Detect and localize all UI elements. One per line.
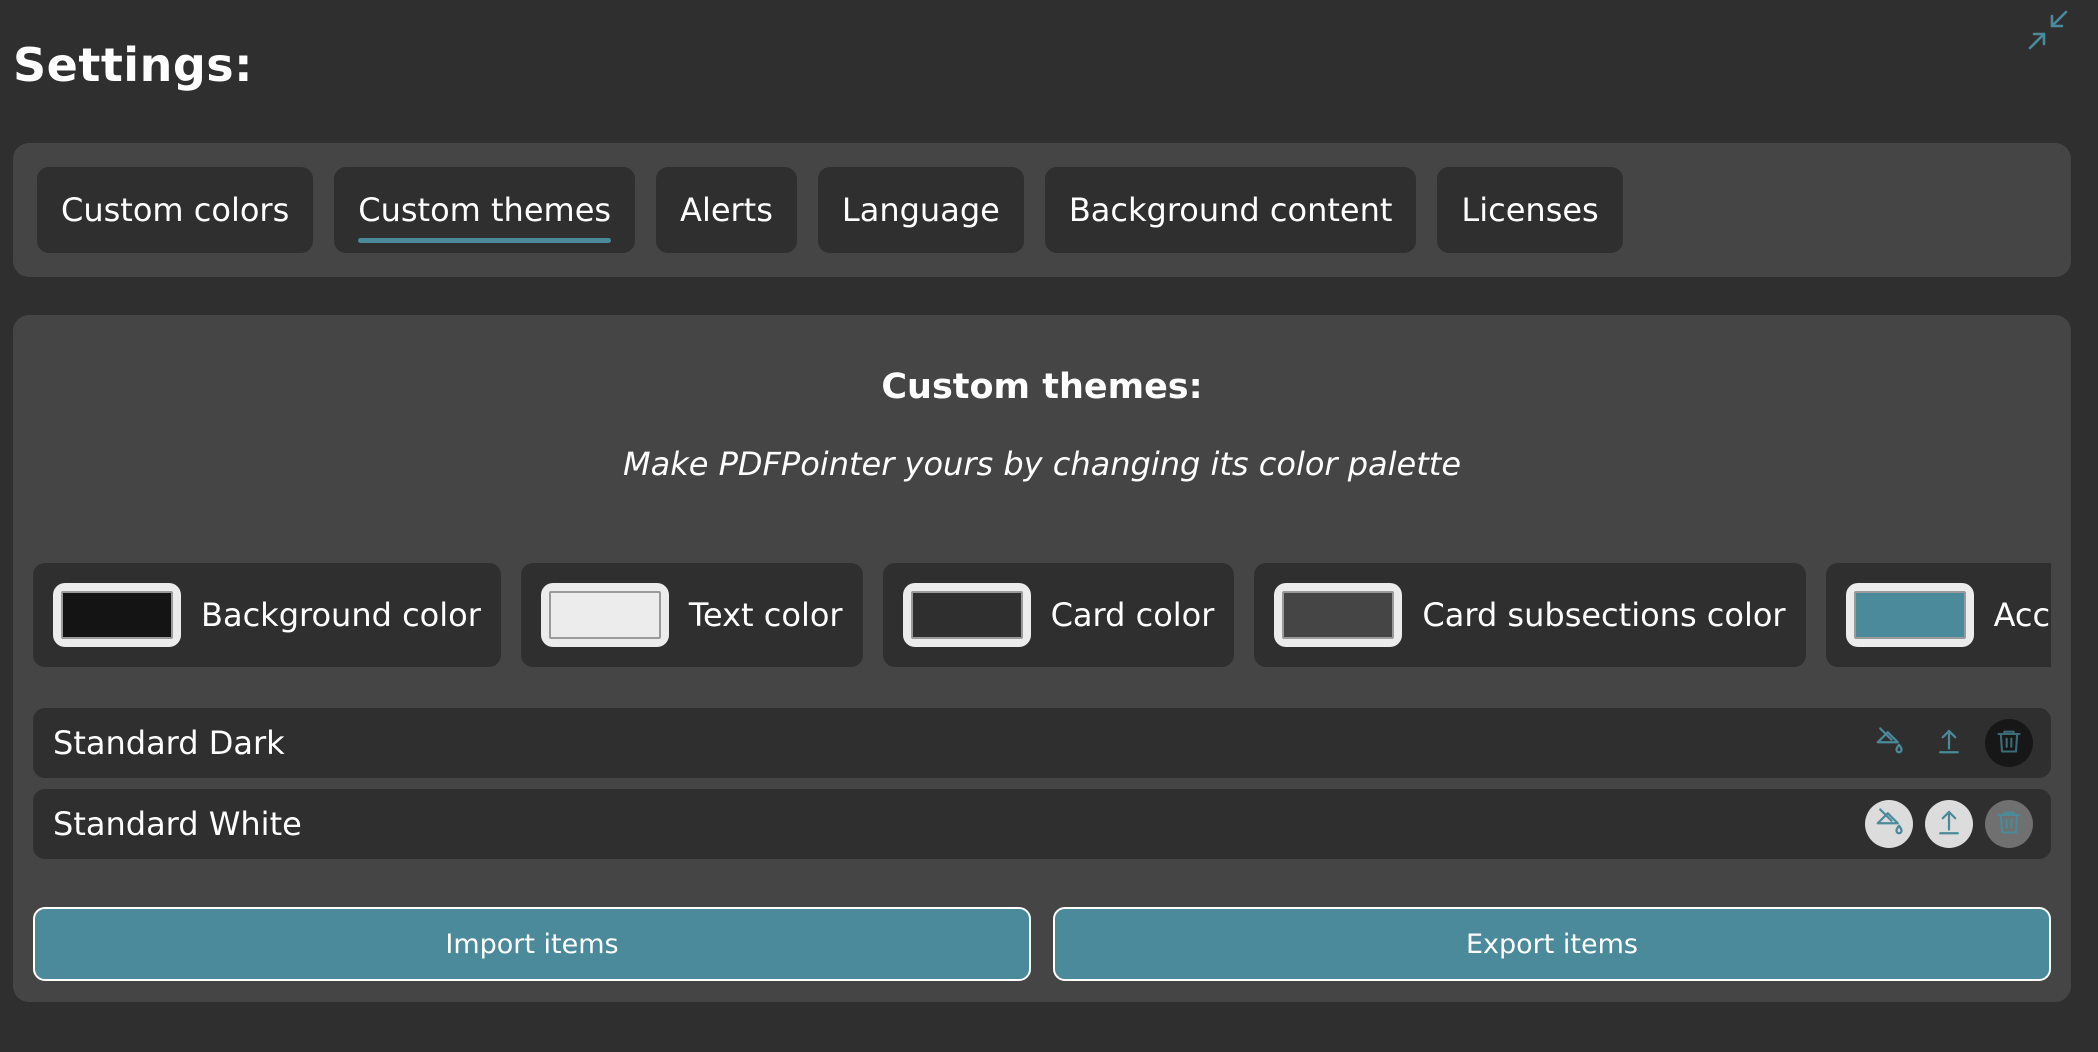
theme-row-standard-dark[interactable]: Standard Dark bbox=[33, 708, 2051, 778]
color-chip-label: Accent color bbox=[1993, 596, 2051, 634]
upload-icon bbox=[1934, 726, 1964, 760]
color-chip-label: Card subsections color bbox=[1422, 596, 1786, 634]
tab-licenses[interactable]: Licenses bbox=[1437, 167, 1623, 253]
color-chip-label: Text color bbox=[688, 596, 843, 634]
delete-theme-button[interactable] bbox=[1985, 719, 2033, 767]
apply-theme-button[interactable] bbox=[1865, 800, 1913, 848]
trash-icon bbox=[1995, 808, 2023, 840]
color-chip-label: Background color bbox=[201, 596, 481, 634]
paint-bucket-icon bbox=[1874, 726, 1904, 760]
theme-name: Standard Dark bbox=[53, 724, 285, 762]
color-picker-row: Background color Text color Card color C… bbox=[33, 563, 2051, 667]
delete-theme-button[interactable] bbox=[1985, 800, 2033, 848]
tab-alerts[interactable]: Alerts bbox=[656, 167, 797, 253]
tab-custom-themes[interactable]: Custom themes bbox=[334, 167, 636, 253]
tab-language[interactable]: Language bbox=[817, 167, 1024, 253]
color-chip-text[interactable]: Text color bbox=[520, 563, 863, 667]
collapse-icon bbox=[2026, 8, 2070, 56]
theme-name: Standard White bbox=[53, 805, 302, 843]
theme-actions bbox=[1865, 800, 2033, 848]
swatch-fill bbox=[61, 591, 173, 639]
tab-custom-colors[interactable]: Custom colors bbox=[37, 167, 314, 253]
color-swatch[interactable] bbox=[1274, 583, 1403, 647]
swatch-fill bbox=[1282, 591, 1395, 639]
section-title: Custom themes: bbox=[881, 367, 1203, 407]
theme-row-standard-white[interactable]: Standard White bbox=[33, 789, 2051, 859]
color-chip-accent[interactable]: Accent color bbox=[1825, 563, 2051, 667]
color-chip-background[interactable]: Background color bbox=[33, 563, 501, 667]
settings-tabs: Custom colors Custom themes Alerts Langu… bbox=[13, 143, 2071, 277]
paint-bucket-icon bbox=[1874, 807, 1904, 841]
custom-themes-card: Custom themes: Make PDFPointer yours by … bbox=[13, 315, 2071, 1002]
swatch-fill bbox=[1853, 591, 1966, 639]
export-theme-button[interactable] bbox=[1925, 800, 1973, 848]
color-chip-label: Card color bbox=[1050, 596, 1215, 634]
color-chip-card[interactable]: Card color bbox=[882, 563, 1235, 667]
tab-background-content[interactable]: Background content bbox=[1044, 167, 1417, 253]
page-title: Settings: bbox=[13, 38, 254, 92]
color-swatch[interactable] bbox=[540, 583, 669, 647]
import-items-button[interactable]: Import items bbox=[33, 907, 1031, 981]
apply-theme-button[interactable] bbox=[1865, 719, 1913, 767]
trash-icon bbox=[1995, 727, 2023, 759]
upload-icon bbox=[1934, 807, 1964, 841]
swatch-fill bbox=[910, 591, 1023, 639]
collapse-button[interactable] bbox=[2024, 8, 2072, 56]
export-items-button[interactable]: Export items bbox=[1053, 907, 2051, 981]
color-swatch[interactable] bbox=[1845, 583, 1974, 647]
section-subtitle: Make PDFPointer yours by changing its co… bbox=[622, 445, 1462, 483]
export-theme-button[interactable] bbox=[1925, 719, 1973, 767]
swatch-fill bbox=[548, 591, 661, 639]
color-swatch[interactable] bbox=[53, 583, 181, 647]
color-chip-card-subsections[interactable]: Card subsections color bbox=[1254, 563, 1806, 667]
theme-actions bbox=[1865, 719, 2033, 767]
color-swatch[interactable] bbox=[902, 583, 1031, 647]
